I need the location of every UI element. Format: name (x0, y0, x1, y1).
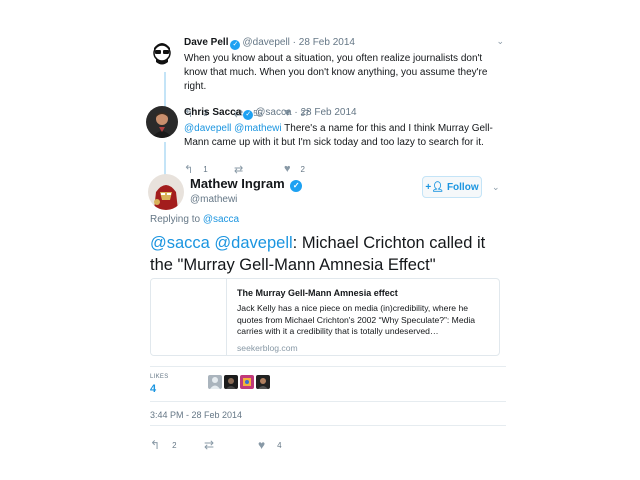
reply-button[interactable]: ↰ 1 (184, 163, 234, 176)
tweet-timestamp[interactable]: 3:44 PM - 28 Feb 2014 (150, 410, 242, 420)
author-name[interactable]: Dave Pell (184, 37, 228, 48)
tweet-chris-sacca[interactable]: Chris Sacca ✓ @sacca · 28 Feb 2014 @davepe… (140, 98, 516, 182)
card-domain: seekerblog.com (237, 342, 298, 353)
like-count: 4 (277, 440, 282, 450)
tweet-date[interactable]: 28 Feb 2014 (299, 37, 355, 48)
mention-links[interactable]: @sacca @davepell (150, 234, 293, 252)
liker-avatar[interactable] (240, 375, 254, 389)
card-thumbnail (151, 279, 227, 355)
follow-label: Follow (446, 181, 479, 193)
author-name[interactable]: Mathew Ingram ✓ (190, 176, 304, 192)
avatar[interactable] (148, 174, 184, 210)
like-count: 2 (300, 164, 305, 174)
reply-count: 2 (172, 440, 177, 450)
link-card[interactable]: The Murray Gell-Mann Amnesia effect Jack… (150, 278, 500, 356)
heart-icon: ♥ (284, 163, 291, 175)
author-handle[interactable]: @davepell (242, 37, 289, 48)
separator: · (292, 37, 297, 48)
card-body: The Murray Gell-Mann Amnesia effect Jack… (237, 287, 493, 353)
add-user-icon: +👤︎ (425, 181, 444, 193)
chevron-down-icon[interactable]: ⌄ (492, 182, 500, 193)
author-handle[interactable]: @sacca (255, 107, 291, 118)
tweet-text: When you know about a situation, you oft… (184, 53, 488, 92)
author-name[interactable]: Chris Sacca (184, 107, 241, 118)
chevron-down-icon[interactable]: ⌄ (496, 36, 504, 47)
tweet-actions: ↰ 2 ⇄ ♥ 4 (150, 425, 506, 452)
retweet-button[interactable]: ⇄ (204, 438, 258, 452)
likes-label: LIKES (150, 374, 169, 380)
separator: · (294, 107, 298, 118)
author-name-text[interactable]: Mathew Ingram (190, 176, 285, 191)
retweet-icon: ⇄ (234, 163, 244, 176)
author-handle[interactable]: @mathewi (190, 194, 237, 205)
replying-to: Replying to @sacca (150, 214, 239, 225)
liker-avatar[interactable] (208, 375, 222, 389)
verified-badge-icon: ✓ (230, 40, 241, 50)
tweet-text: @sacca @davepell: Michael Crichton calle… (150, 232, 510, 276)
like-button[interactable]: ♥ 2 (284, 163, 334, 175)
avatar[interactable] (146, 106, 178, 138)
reply-icon: ↰ (184, 163, 194, 176)
retweet-icon: ⇄ (204, 438, 215, 452)
tweet-header: Chris Sacca ✓ @sacca · 28 Feb 2014 (184, 106, 506, 120)
tweet-date[interactable]: 28 Feb 2014 (300, 107, 356, 118)
reply-icon: ↰ (150, 438, 161, 452)
tweet-actions: ↰ 1 ⇄ ♥ 2 (184, 162, 506, 176)
reply-count: 1 (203, 164, 208, 174)
tweet-text: @davepell @mathewi There's a name for th… (184, 122, 506, 150)
mention-links[interactable]: @davepell @mathewi (184, 123, 282, 134)
replying-to-link[interactable]: @sacca (203, 214, 239, 225)
reply-button[interactable]: ↰ 2 (150, 438, 204, 452)
liker-avatar[interactable] (224, 375, 238, 389)
retweet-button[interactable]: ⇄ (234, 163, 284, 176)
avatar[interactable] (146, 36, 178, 68)
likes-count[interactable]: 4 (150, 383, 156, 395)
verified-badge-icon: ✓ (243, 110, 254, 120)
heart-icon: ♥ (258, 438, 266, 452)
liker-avatar[interactable] (256, 375, 270, 389)
verified-badge-icon: ✓ (290, 180, 303, 192)
card-title: The Murray Gell-Mann Amnesia effect (237, 288, 398, 298)
card-description: Jack Kelly has a nice piece on media (in… (237, 303, 476, 336)
follow-button[interactable]: +👤︎ Follow (422, 176, 482, 198)
like-button[interactable]: ♥ 4 (258, 438, 312, 452)
tweet-stats: LIKES 4 (150, 366, 506, 402)
replying-prefix: Replying to (150, 214, 203, 225)
tweet-header: Dave Pell ✓ @davepell · 28 Feb 2014 (184, 36, 506, 50)
liker-avatars (208, 375, 270, 389)
